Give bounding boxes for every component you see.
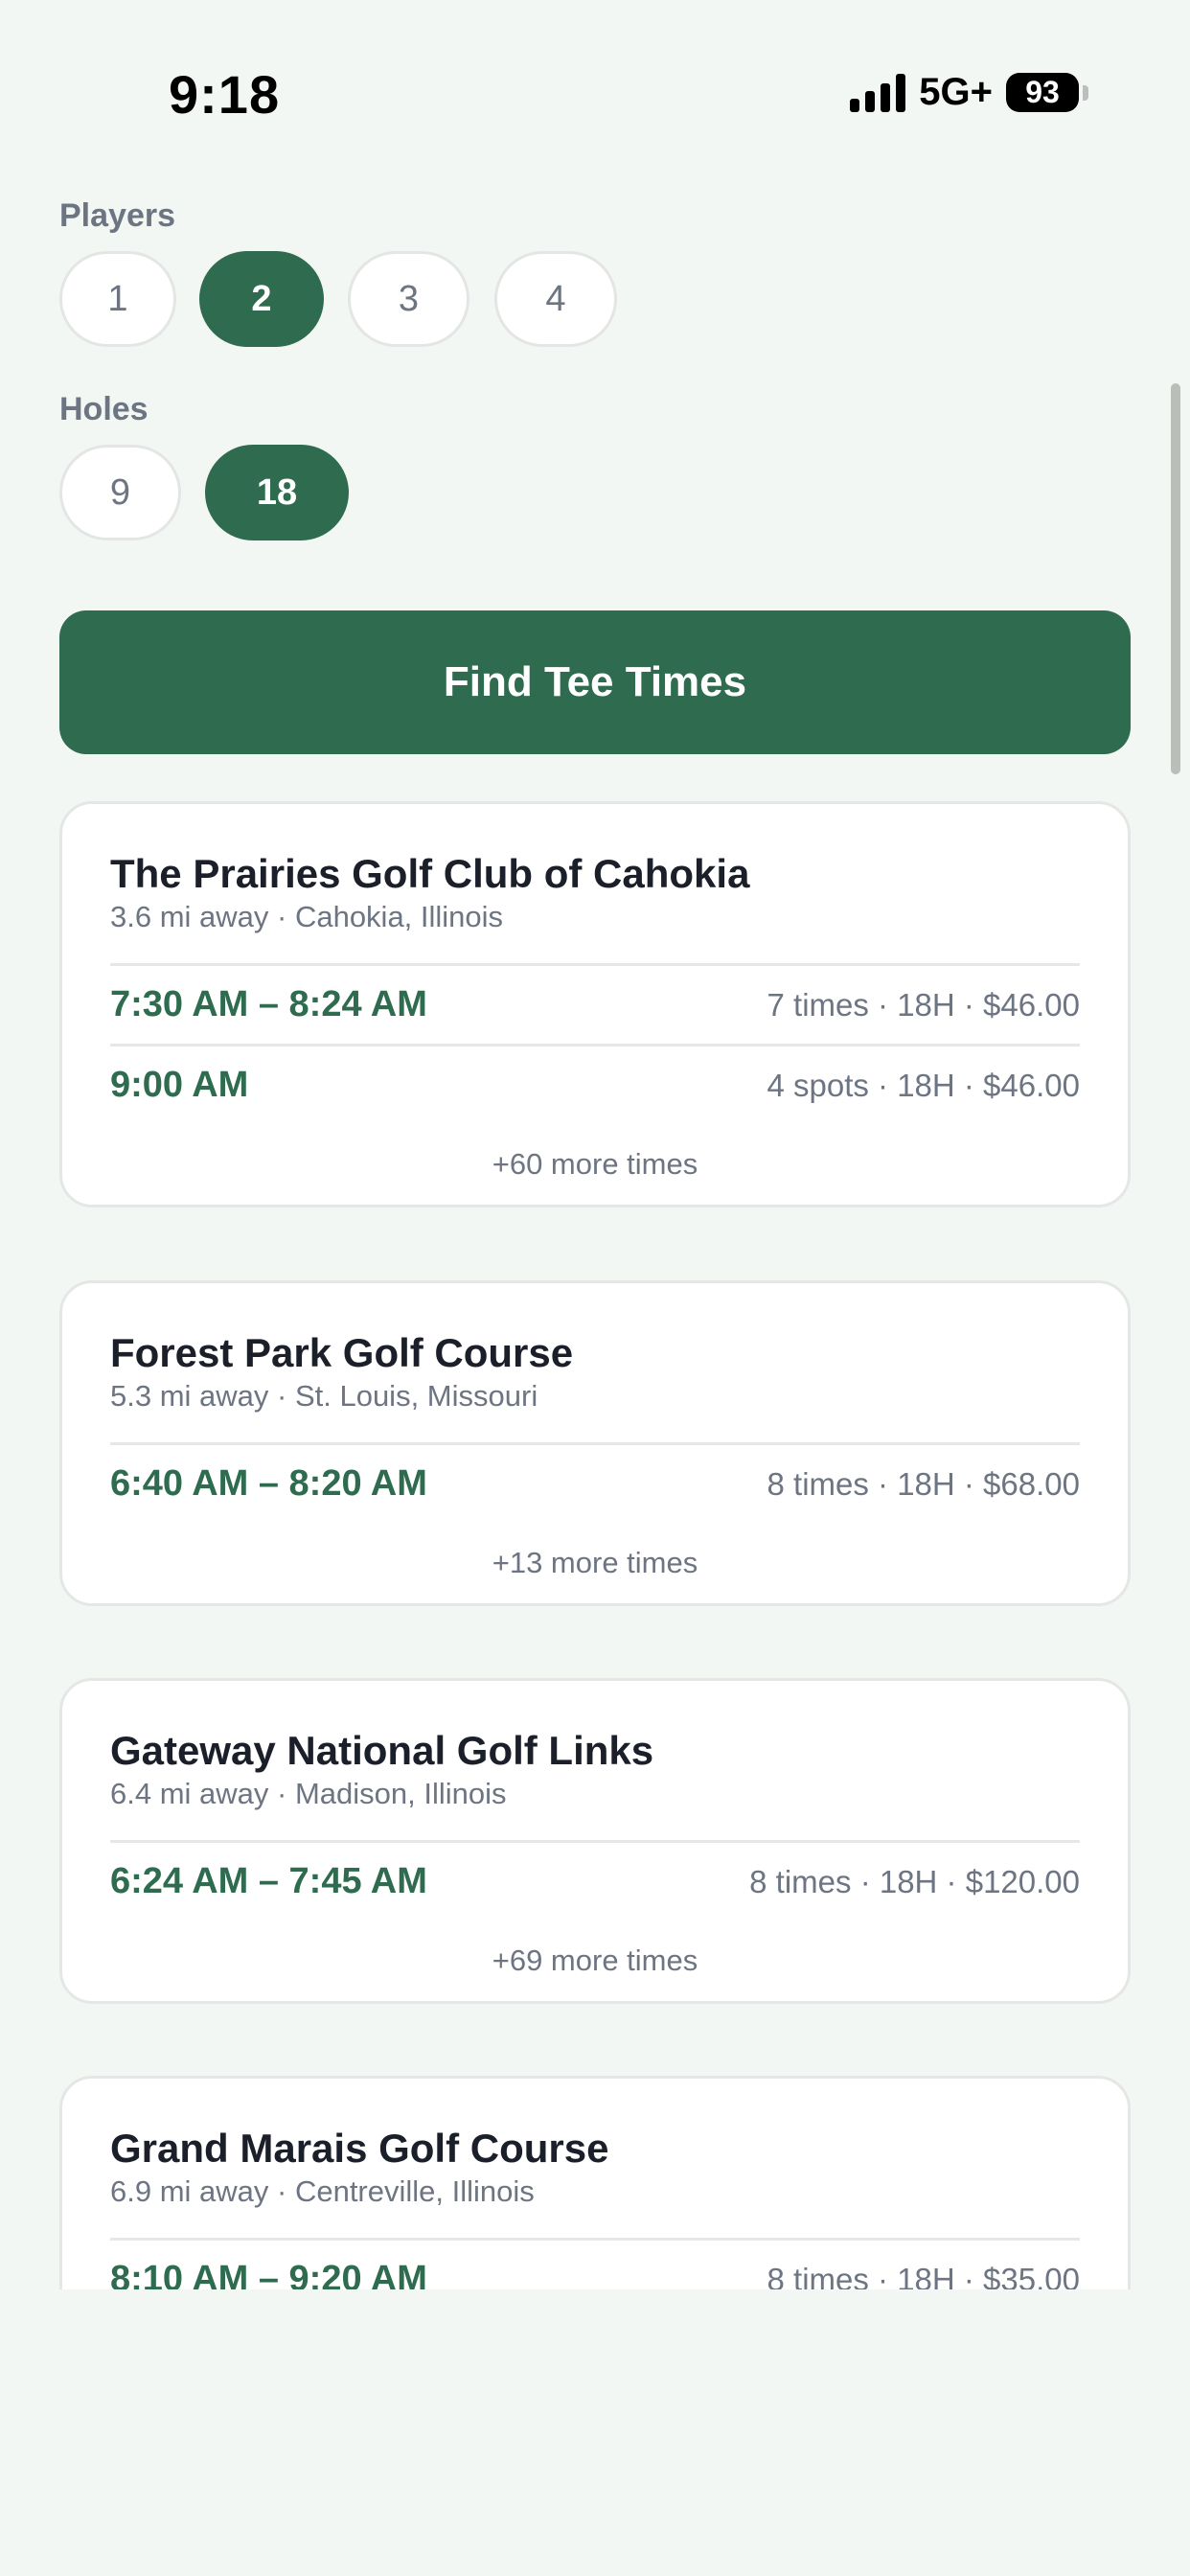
network-label: 5G+ (919, 71, 993, 113)
tee-time-row[interactable]: 6:40 AM – 8:20 AM 8 times · 18H · $68.00 (110, 1442, 1080, 1523)
course-meta: 6.9 mi away · Centreville, Illinois (110, 2174, 535, 2208)
tee-time-range: 7:30 AM – 8:24 AM (110, 984, 427, 1024)
course-meta: 3.6 mi away · Cahokia, Illinois (110, 900, 504, 933)
tee-time-range: 6:40 AM – 8:20 AM (110, 1463, 427, 1504)
battery-cap (1083, 84, 1088, 101)
tee-time-info: 4 spots · 18H · $46.00 (767, 1067, 1080, 1103)
scrollbar-thumb[interactable] (1171, 383, 1180, 774)
more-times-link[interactable]: +13 more times (110, 1523, 1080, 1603)
more-times-link[interactable]: +60 more times (110, 1124, 1080, 1205)
more-times-link[interactable]: +69 more times (110, 1920, 1080, 2001)
battery-level: 93 (1006, 73, 1079, 112)
tee-time-row[interactable]: 6:24 AM – 7:45 AM 8 times · 18H · $120.0… (110, 1840, 1080, 1920)
battery-icon: 93 (1006, 73, 1088, 112)
tee-time-row[interactable]: 7:30 AM – 8:24 AM 7 times · 18H · $46.00 (110, 963, 1080, 1044)
players-option-2[interactable]: 2 (199, 251, 324, 347)
course-card[interactable]: The Prairies Golf Club of Cahokia 3.6 mi… (59, 801, 1131, 1208)
players-option-3[interactable]: 3 (348, 251, 469, 347)
course-name: Grand Marais Golf Course (110, 2126, 609, 2171)
tee-time-row[interactable]: 8:10 AM – 9:20 AM 8 times · 18H · $35.00 (110, 2238, 1080, 2289)
tee-time-range: 8:10 AM – 9:20 AM (110, 2259, 427, 2289)
course-card[interactable]: Grand Marais Golf Course 6.9 mi away · C… (59, 2076, 1131, 2289)
signal-icon (850, 73, 906, 112)
holes-option-18[interactable]: 18 (205, 445, 349, 540)
tee-time-info: 8 times · 18H · $35.00 (767, 2261, 1081, 2290)
tee-time-info: 8 times · 18H · $120.00 (749, 1863, 1080, 1899)
course-meta: 5.3 mi away · St. Louis, Missouri (110, 1379, 538, 1413)
tee-times-screen: 9:18 5G+ 93 Players 1 2 3 4 Holes 9 18 F… (0, 0, 1190, 2576)
course-name: Forest Park Golf Course (110, 1330, 574, 1375)
course-name: The Prairies Golf Club of Cahokia (110, 851, 750, 896)
tee-time-row[interactable]: 9:00 AM 4 spots · 18H · $46.00 (110, 1044, 1080, 1124)
course-name: Gateway National Golf Links (110, 1728, 654, 1773)
tee-time-info: 8 times · 18H · $68.00 (767, 1465, 1081, 1502)
players-option-1[interactable]: 1 (59, 251, 176, 347)
status-time: 9:18 (169, 64, 281, 125)
players-label: Players (59, 197, 175, 234)
holes-label: Holes (59, 391, 149, 427)
tee-time-range: 9:00 AM (110, 1065, 249, 1105)
tee-time-info: 7 times · 18H · $46.00 (767, 986, 1081, 1023)
course-card[interactable]: Forest Park Golf Course 5.3 mi away · St… (59, 1280, 1131, 1606)
course-list: The Prairies Golf Club of Cahokia 3.6 mi… (0, 801, 1190, 2289)
status-indicators: 5G+ 93 (850, 71, 1088, 114)
find-tee-times-button[interactable]: Find Tee Times (59, 610, 1131, 754)
players-option-4[interactable]: 4 (494, 251, 617, 347)
holes-option-9[interactable]: 9 (59, 445, 181, 540)
tee-time-range: 6:24 AM – 7:45 AM (110, 1861, 427, 1901)
course-meta: 6.4 mi away · Madison, Illinois (110, 1777, 507, 1810)
course-card[interactable]: Gateway National Golf Links 6.4 mi away … (59, 1678, 1131, 2004)
